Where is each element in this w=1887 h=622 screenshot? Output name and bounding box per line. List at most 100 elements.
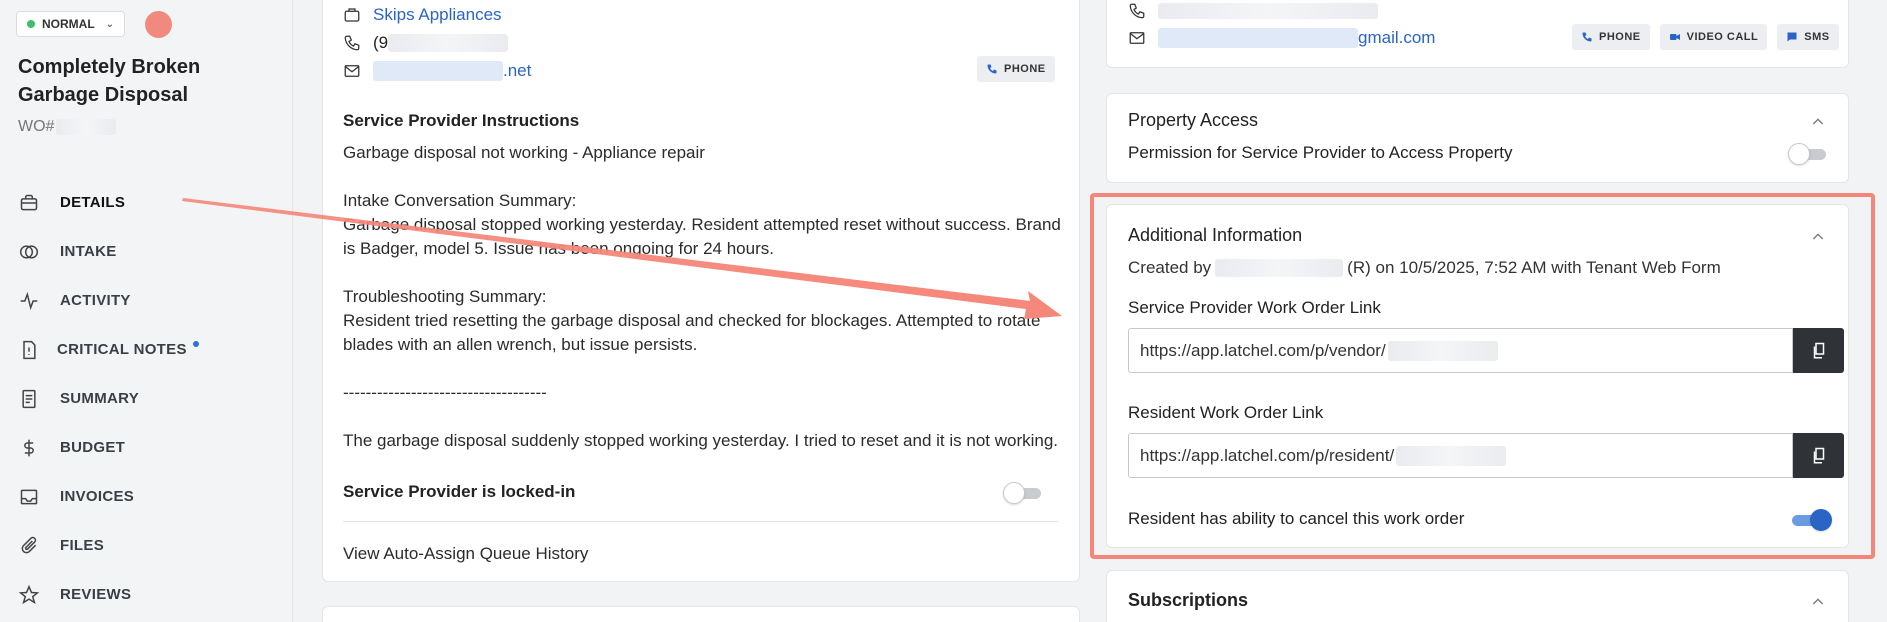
locked-in-toggle[interactable] — [1003, 482, 1045, 504]
toggle-knob — [1788, 143, 1810, 165]
divider — [343, 521, 1058, 522]
email-icon — [1129, 32, 1145, 44]
res-link-label: Resident Work Order Link — [1128, 403, 1324, 422]
chevron-up-icon[interactable] — [1810, 229, 1826, 245]
redacted-id — [1387, 340, 1498, 361]
redacted-email — [1158, 28, 1358, 48]
dollar-icon — [18, 437, 40, 459]
sidebar-item-summary[interactable]: SUMMARY — [0, 374, 293, 423]
sidebar-item-label: INVOICES — [60, 488, 135, 505]
redacted-email — [373, 61, 503, 81]
resident-phone-row — [1128, 2, 1378, 20]
notes-icon — [18, 339, 40, 361]
sidebar-item-label: SUMMARY — [60, 390, 140, 407]
provider-company-link[interactable]: Skips Appliances — [373, 5, 502, 25]
avatar[interactable] — [145, 11, 172, 38]
toggle-knob — [1003, 482, 1025, 504]
wo-prefix: WO# — [18, 118, 55, 135]
redacted-phone — [388, 34, 509, 52]
next-card — [322, 606, 1080, 622]
copy-sp-link-button[interactable] — [1793, 328, 1844, 373]
created-prefix: Created by — [1128, 258, 1212, 277]
sidebar-item-budget[interactable]: BUDGET — [0, 423, 293, 472]
subscriptions-card: Subscriptions — [1106, 570, 1849, 622]
additional-info-title: Additional Information — [1128, 225, 1303, 245]
video-icon — [1669, 34, 1680, 40]
created-suffix: (R) on 10/5/2025, 7:52 AM with Tenant We… — [1347, 258, 1721, 277]
phone-icon — [1582, 32, 1592, 42]
chevron-down-icon: ⌄ — [105, 18, 115, 30]
provider-phone-button[interactable]: PHONE — [977, 56, 1055, 82]
redacted-phone — [1158, 3, 1378, 19]
sidebar-item-label: DETAILS — [60, 194, 126, 211]
sidebar-item-files[interactable]: FILES — [0, 521, 293, 570]
sp-link-value: https://app.latchel.com/p/vendor/ — [1140, 340, 1386, 360]
sidebar-nav: DETAILS INTAKE ACTIVITY CRITICAL NOTES S… — [0, 178, 293, 619]
copy-icon — [1813, 342, 1824, 358]
work-order-number: WO# — [18, 118, 117, 136]
resident-contact-buttons: PHONE VIDEO CALL SMS — [1572, 24, 1839, 50]
phone-icon — [987, 64, 997, 74]
sidebar-item-label: CRITICAL NOTES — [57, 341, 187, 358]
provider-phone: (9 — [373, 33, 389, 52]
sms-label: SMS — [1804, 31, 1830, 43]
provider-email-row: .net — [343, 61, 531, 81]
sidebar-item-intake[interactable]: INTAKE — [0, 227, 293, 276]
redacted-number — [56, 119, 117, 135]
provider-company-row: Skips Appliances — [343, 5, 502, 25]
redacted-name — [1215, 259, 1344, 277]
notification-dot — [192, 340, 199, 347]
instructions-text: Garbage disposal not working - Appliance… — [343, 143, 1061, 450]
provider-phone-row: (9 — [343, 33, 509, 53]
property-access-title: Property Access — [1128, 110, 1259, 130]
sp-link-label: Service Provider Work Order Link — [1128, 298, 1381, 317]
locked-in-label: Service Provider is locked-in — [343, 482, 576, 501]
status-dot — [27, 20, 35, 28]
priority-dropdown[interactable]: NORMAL ⌄ — [16, 11, 126, 37]
res-link-field[interactable]: https://app.latchel.com/p/resident/ — [1128, 433, 1793, 478]
invoice-icon — [18, 486, 40, 508]
intake-icon — [18, 241, 40, 263]
page-title: Completely Broken Garbage Disposal — [18, 56, 201, 106]
chevron-up-icon[interactable] — [1810, 594, 1826, 610]
star-icon — [18, 584, 40, 606]
subscriptions-title: Subscriptions — [1128, 590, 1249, 610]
copy-icon — [1813, 447, 1824, 463]
res-link-value: https://app.latchel.com/p/resident/ — [1140, 445, 1395, 465]
phone-icon — [344, 35, 360, 51]
toggle-knob — [1810, 509, 1832, 531]
sidebar-item-label: BUDGET — [60, 439, 126, 456]
redacted-id — [1396, 445, 1507, 466]
sidebar-item-activity[interactable]: ACTIVITY — [0, 276, 293, 325]
video-call-button[interactable]: VIDEO CALL — [1659, 24, 1768, 50]
paperclip-icon — [18, 535, 40, 557]
sidebar-item-invoices[interactable]: INVOICES — [0, 472, 293, 521]
permission-toggle[interactable] — [1788, 143, 1830, 165]
briefcase-icon — [18, 192, 40, 214]
cancel-toggle[interactable] — [1788, 509, 1832, 531]
chat-icon — [1787, 32, 1797, 42]
created-by-line: Created by (R) on 10/5/2025, 7:52 AM wit… — [1128, 258, 1721, 278]
copy-resident-link-button[interactable] — [1793, 433, 1844, 478]
video-call-label: VIDEO CALL — [1686, 31, 1759, 43]
sms-button[interactable]: SMS — [1777, 24, 1839, 50]
provider-email-link[interactable]: .net — [503, 61, 531, 81]
resident-email-link[interactable]: gmail.com — [1358, 28, 1435, 48]
sidebar-item-details[interactable]: DETAILS — [0, 178, 293, 227]
sidebar-item-label: FILES — [60, 537, 105, 554]
queue-history-link[interactable]: View Auto-Assign Queue History — [343, 542, 1063, 566]
resident-phone-button[interactable]: PHONE — [1572, 24, 1650, 50]
resident-email-row: gmail.com — [1128, 28, 1435, 48]
instructions-heading: Service Provider Instructions — [343, 111, 580, 130]
additional-info-card: Additional Information Created by (R) on… — [1106, 204, 1849, 548]
sidebar-item-critical-notes[interactable]: CRITICAL NOTES — [0, 325, 293, 374]
sidebar-item-reviews[interactable]: REVIEWS — [0, 570, 293, 619]
chevron-up-icon[interactable] — [1810, 114, 1826, 130]
cancel-label: Resident has ability to cancel this work… — [1128, 509, 1465, 528]
sidebar-item-label: INTAKE — [60, 243, 117, 260]
activity-icon — [18, 290, 40, 312]
sp-link-field[interactable]: https://app.latchel.com/p/vendor/ — [1128, 328, 1793, 373]
property-access-card: Property Access Permission for Service P… — [1106, 93, 1849, 183]
summary-icon — [18, 388, 40, 410]
sidebar: NORMAL ⌄ Completely Broken Garbage Dispo… — [0, 0, 293, 622]
